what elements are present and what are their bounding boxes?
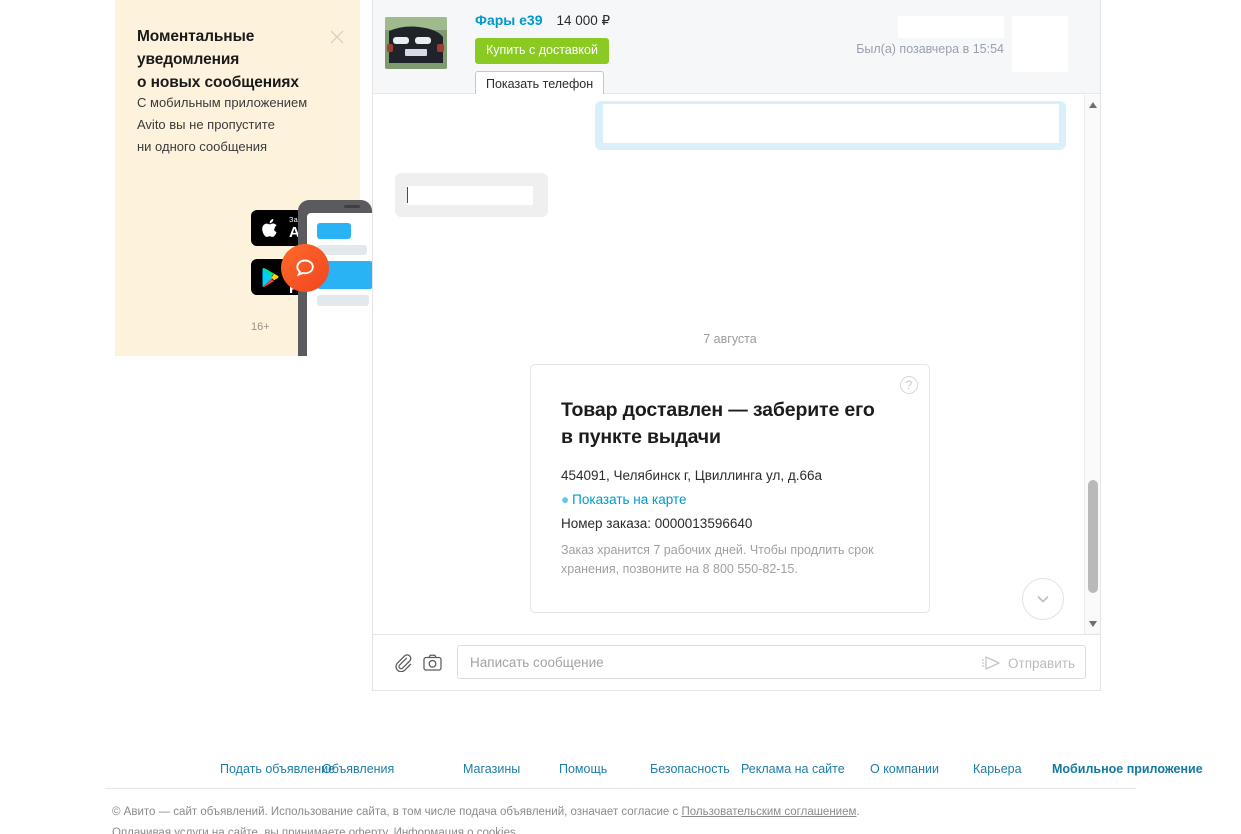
send-icon [982,656,1000,670]
phone-bubble [317,295,369,306]
footer-legal: © Авито — сайт объявлений. Использование… [112,802,1129,834]
phone-speaker [344,205,360,208]
item-price: 14 000 ₽ [556,13,611,28]
age-rating-label: 16+ [251,321,270,333]
promo-title-line2: уведомления [137,51,240,68]
promo-subtitle-line2: Avito вы не пропустите [137,117,275,132]
send-button-label: Отправить [1008,655,1075,671]
user-agreement-link[interactable]: Пользовательским соглашением [681,806,856,818]
footer-links: Подать объявление Объявления Магазины Помощ… [105,750,1203,789]
paperclip-icon[interactable] [387,653,417,672]
help-icon[interactable]: ? [900,376,918,394]
order-status-card[interactable]: ? Товар доставлен — заберите его в пункт… [530,364,930,613]
order-number: Номер заказа: 0000013596640 [561,516,753,531]
promo-subtitle-line1: С мобильным приложением [137,95,308,110]
footer-link-1[interactable]: Объявления [322,762,394,776]
map-pin-icon: ● [561,492,570,507]
redacted-message-text [407,186,533,205]
legal-text: Оплачивая услуги на сайте, вы принимаете [112,827,349,834]
send-button[interactable]: Отправить [982,646,1075,680]
order-card-title-line1: Товар доставлен — заберите его [561,399,875,421]
apple-icon [259,218,283,239]
message-composer: Написать сообщение Отправить [373,634,1100,689]
google-play-icon [259,267,283,288]
promo-title-line1: Моментальные [137,28,255,45]
message-input-placeholder: Написать сообщение [470,654,604,670]
cookies-info-link[interactable]: Информация о cookies [394,827,516,834]
footer-link-7[interactable]: Карьера [973,762,1022,776]
legal-text: . [856,806,860,818]
last-seen-status: Был(а) позавчера в 15:54 [856,42,1004,56]
chat-bubble-icon[interactable] [281,244,329,292]
promo-subtitle: С мобильным приложением Avito вы не проп… [137,92,337,158]
storage-note-line2: хранения, позвоните на 8 800 550-82-15. [561,562,798,576]
redacted-avatar [1012,16,1068,72]
footer-legal-line1: © Авито — сайт объявлений. Использование… [112,802,1129,823]
footer-link-8[interactable]: Мобильное приложение [1052,762,1203,776]
legal-text: © Авито — сайт объявлений. Использование… [112,806,682,818]
scrollbar-thumb[interactable] [1088,480,1098,593]
storage-note: Заказ хранится 7 рабочих дней. Чтобы про… [531,531,929,579]
footer-link-3[interactable]: Помощь [559,762,607,776]
date-separator: 7 августа [703,332,757,346]
redacted-message-text [603,104,1059,143]
offer-link[interactable]: оферту [349,827,387,834]
scroll-to-bottom-button[interactable] [1022,578,1064,620]
message-bubble-incoming[interactable] [395,173,548,217]
order-card-title-line2: в пункте выдачи [561,426,721,448]
item-title-link[interactable]: Фары е39 [475,12,543,28]
footer-legal-line2: Оплачивая услуги на сайте, вы принимаете… [112,823,1129,834]
order-card-title: Товар доставлен — заберите его в пункте … [531,365,929,451]
footer-link-5[interactable]: Реклама на сайте [741,762,845,776]
scroll-up-arrow-icon[interactable] [1085,97,1101,113]
promo-title: Моментальные уведомления о новых сообщен… [137,25,332,94]
text-caret [407,187,408,203]
page-root: Моментальные уведомления о новых сообщен… [0,0,1241,834]
message-scrollbar[interactable] [1084,95,1100,634]
site-footer: Подать объявление Объявления Магазины Помощ… [0,750,1241,834]
show-on-map-label: Показать на карте [572,492,687,507]
legal-text: . [515,827,519,834]
promo-subtitle-line3: ни одного сообщения [137,139,268,154]
footer-link-6[interactable]: О компании [870,762,939,776]
promo-title-line3: о новых сообщениях [137,74,299,91]
message-list-inner: 7 августа ? Товар доставлен — заберите е… [373,94,1087,634]
footer-link-0[interactable]: Подать объявление [220,762,335,776]
phone-bubble [317,223,351,239]
camera-icon[interactable] [417,654,447,671]
item-thumbnail[interactable] [385,17,447,69]
footer-link-4[interactable]: Безопасность [650,762,730,776]
storage-note-line1: Заказ хранится 7 рабочих дней. Чтобы про… [561,543,874,557]
message-input[interactable]: Написать сообщение Отправить [457,645,1086,679]
redacted-username [898,16,1004,38]
message-list[interactable]: 7 августа ? Товар доставлен — заберите е… [373,94,1100,634]
buy-with-delivery-button[interactable]: Купить с доставкой [475,38,609,64]
chat-panel: Фары е39 14 000 ₽ Купить с доставкой Пок… [372,0,1101,691]
footer-link-2[interactable]: Магазины [463,762,520,776]
scroll-down-arrow-icon[interactable] [1085,616,1101,632]
show-on-map-link[interactable]: ● Показать на карте [531,483,929,507]
chat-header: Фары е39 14 000 ₽ Купить с доставкой Пок… [373,0,1100,98]
message-bubble-outgoing[interactable] [595,101,1066,150]
pickup-address: 454091, Челябинск г, Цвиллинга ул, д.66а [561,468,823,483]
